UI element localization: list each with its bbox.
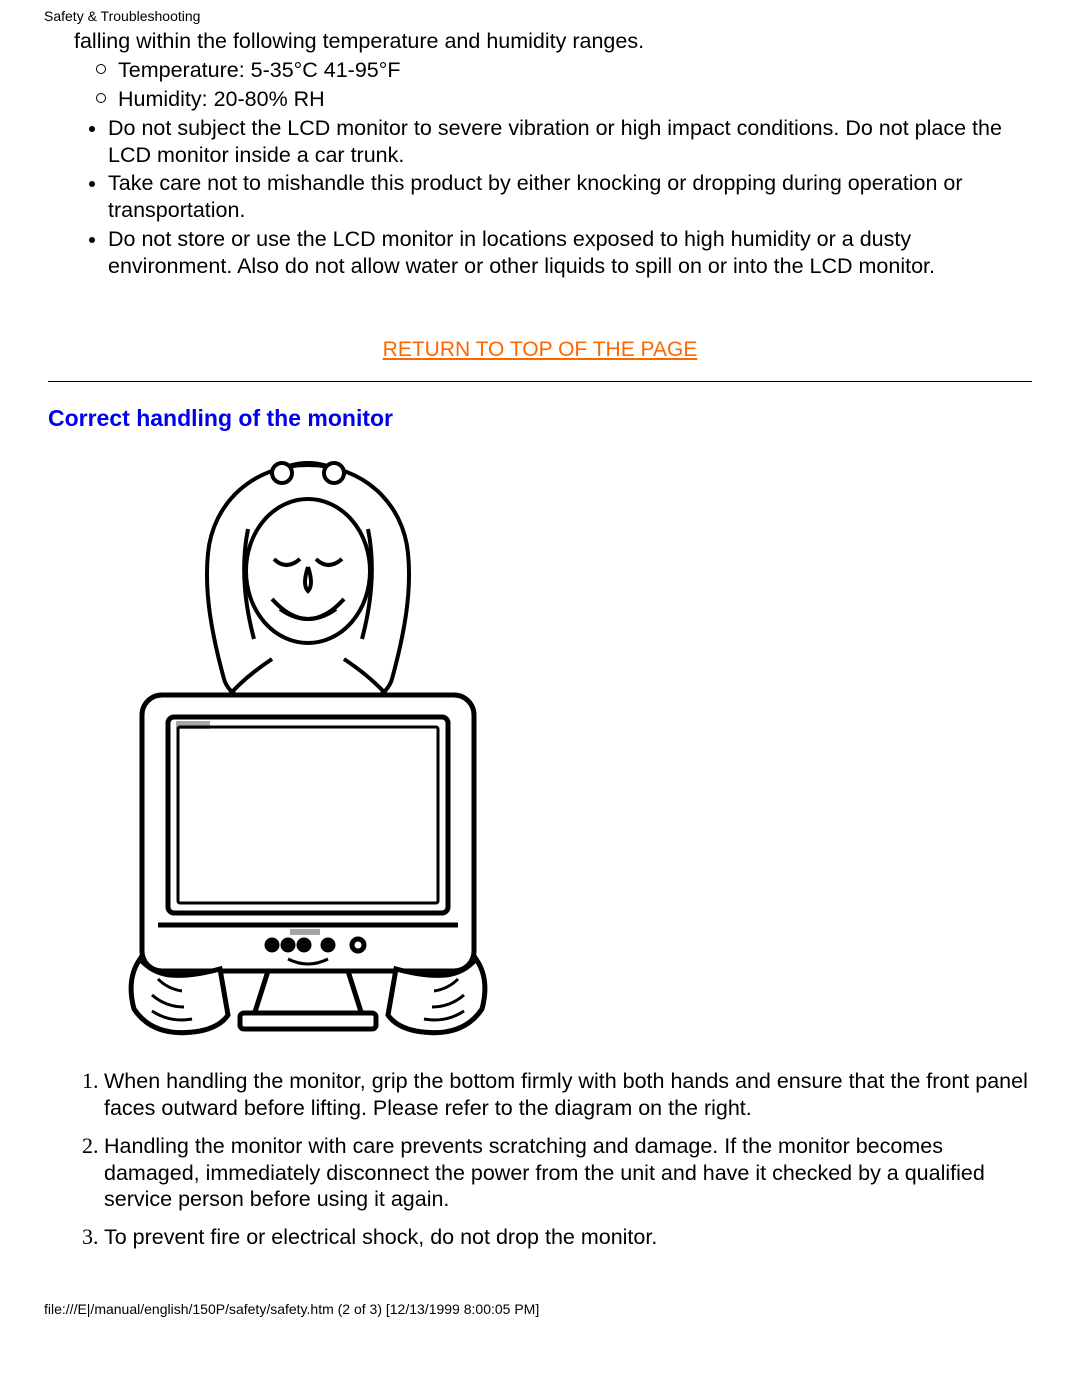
list-item: Humidity: 20-80% RH	[118, 86, 1032, 113]
lead-text: falling within the following temperature…	[74, 28, 1032, 55]
list-item: When handling the monitor, grip the bott…	[104, 1067, 1032, 1122]
return-to-top-container: RETURN TO TOP OF THE PAGE	[48, 336, 1032, 363]
return-to-top-link[interactable]: RETURN TO TOP OF THE PAGE	[383, 338, 698, 361]
section-heading: Correct handling of the monitor	[48, 404, 1032, 433]
page-footer-path: file:///E|/manual/english/150P/safety/sa…	[0, 1261, 1080, 1327]
monitor-handling-illustration	[122, 459, 494, 1047]
main-content: falling within the following temperature…	[0, 28, 1080, 1251]
section-divider	[48, 381, 1032, 382]
page-header-title: Safety & Troubleshooting	[0, 0, 1080, 28]
bullet-list: Do not subject the LCD monitor to severe…	[48, 115, 1032, 280]
handling-steps-list: When handling the monitor, grip the bott…	[48, 1067, 1032, 1251]
list-item: Handling the monitor with care prevents …	[104, 1132, 1032, 1214]
list-item: Temperature: 5-35°C 41-95°F	[118, 57, 1032, 84]
list-item: Do not subject the LCD monitor to severe…	[108, 115, 1032, 169]
list-item: Take care not to mishandle this product …	[108, 170, 1032, 224]
list-item: To prevent fire or electrical shock, do …	[104, 1223, 1032, 1251]
sub-bullet-list: Temperature: 5-35°C 41-95°F Humidity: 20…	[48, 57, 1032, 113]
list-item: Do not store or use the LCD monitor in l…	[108, 226, 1032, 280]
